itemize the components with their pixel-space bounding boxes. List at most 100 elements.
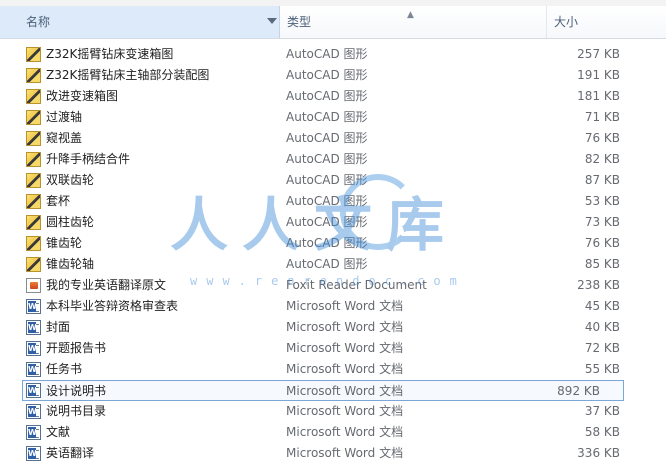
file-size: 71 KB (584, 110, 620, 124)
column-header-name[interactable]: 名称 (0, 6, 280, 38)
file-size: 55 KB (584, 362, 620, 376)
sort-dropdown-icon[interactable] (267, 18, 277, 24)
column-header-size-label: 大小 (554, 15, 579, 29)
autocad-file-icon (26, 194, 41, 209)
file-row[interactable]: 说明书目录 Microsoft Word 文档 37 KB (0, 401, 666, 422)
autocad-file-icon (26, 257, 41, 272)
file-name: 设计说明书 (46, 384, 107, 398)
file-size: 73 KB (584, 215, 620, 229)
file-row[interactable]: 锥齿轮 AutoCAD 图形 76 KB (0, 233, 666, 254)
sort-ascending-icon: ▲ (407, 10, 414, 20)
file-size: 82 KB (584, 152, 620, 166)
word-file-icon (26, 362, 41, 377)
file-row[interactable]: 任务书 Microsoft Word 文档 55 KB (0, 359, 666, 380)
file-type: AutoCAD 图形 (286, 173, 368, 187)
file-row[interactable]: 开题报告书 Microsoft Word 文档 72 KB (0, 338, 666, 359)
file-type: AutoCAD 图形 (286, 257, 368, 271)
file-size: 181 KB (577, 89, 620, 103)
file-size: 87 KB (584, 173, 620, 187)
autocad-file-icon (26, 68, 41, 83)
file-type: Foxit Reader Document (286, 278, 427, 292)
file-name: 升降手柄结合件 (46, 152, 131, 166)
file-type: AutoCAD 图形 (286, 152, 368, 166)
file-row[interactable]: 本科毕业答辩资格审查表 Microsoft Word 文档 45 KB (0, 296, 666, 317)
file-type: Microsoft Word 文档 (286, 320, 404, 334)
file-size: 53 KB (584, 194, 620, 208)
file-size: 336 KB (577, 446, 620, 460)
file-row[interactable]: 封面 Microsoft Word 文档 40 KB (0, 317, 666, 338)
file-type: AutoCAD 图形 (286, 236, 368, 250)
file-name: 文献 (46, 425, 71, 439)
file-name: 改进变速箱图 (46, 89, 119, 103)
file-name: 套杯 (46, 194, 71, 208)
file-row[interactable]: 过渡轴 AutoCAD 图形 71 KB (0, 107, 666, 128)
file-size: 238 KB (577, 278, 620, 292)
file-row[interactable]: 圆柱齿轮 AutoCAD 图形 73 KB (0, 212, 666, 233)
file-row[interactable]: 锥齿轮轴 AutoCAD 图形 85 KB (0, 254, 666, 275)
file-type: AutoCAD 图形 (286, 194, 368, 208)
file-name: Z32K摇臂钻床主轴部分装配图 (46, 68, 210, 82)
column-header: 名称 类型 ▲ 大小 (0, 6, 666, 39)
file-name: Z32K摇臂钻床变速箱图 (46, 47, 174, 61)
autocad-file-icon (26, 47, 41, 62)
file-type: Microsoft Word 文档 (286, 341, 404, 355)
word-file-icon (26, 425, 41, 440)
file-size: 76 KB (584, 236, 620, 250)
file-name: 开题报告书 (46, 341, 107, 355)
file-row[interactable]: 英语翻译 Microsoft Word 文档 336 KB (0, 443, 666, 464)
file-size: 40 KB (584, 320, 620, 334)
file-name: 说明书目录 (46, 404, 107, 418)
pdf-file-icon (26, 278, 41, 293)
file-type: AutoCAD 图形 (286, 110, 368, 124)
column-header-type[interactable]: 类型 (281, 6, 547, 38)
file-name: 英语翻译 (46, 446, 95, 460)
word-file-icon (26, 404, 41, 419)
file-name: 锥齿轮轴 (46, 257, 95, 271)
file-type: AutoCAD 图形 (286, 89, 368, 103)
file-list: Z32K摇臂钻床变速箱图 AutoCAD 图形 257 KB Z32K摇臂钻床主轴部分… (0, 44, 666, 464)
autocad-file-icon (26, 236, 41, 251)
file-name: 锥齿轮 (46, 236, 83, 250)
file-type: Microsoft Word 文档 (286, 299, 404, 313)
file-row[interactable]: 双联齿轮 AutoCAD 图形 87 KB (0, 170, 666, 191)
file-type: Microsoft Word 文档 (286, 425, 404, 439)
file-row[interactable]: 升降手柄结合件 AutoCAD 图形 82 KB (0, 149, 666, 170)
file-row[interactable]: 改进变速箱图 AutoCAD 图形 181 KB (0, 86, 666, 107)
file-size: 892 KB (557, 384, 600, 398)
file-row[interactable]: 套杯 AutoCAD 图形 53 KB (0, 191, 666, 212)
file-type: Microsoft Word 文档 (286, 446, 404, 460)
file-row[interactable]: Z32K摇臂钻床变速箱图 AutoCAD 图形 257 KB (0, 44, 666, 65)
file-name: 窥视盖 (46, 131, 83, 145)
file-size: 76 KB (584, 131, 620, 145)
file-size: 37 KB (584, 404, 620, 418)
file-type: AutoCAD 图形 (286, 131, 368, 145)
file-size: 85 KB (584, 257, 620, 271)
file-size: 257 KB (577, 47, 620, 61)
file-type: Microsoft Word 文档 (286, 384, 404, 398)
column-header-type-label: 类型 (287, 15, 312, 29)
file-name: 我的专业英语翻译原文 (46, 278, 167, 292)
autocad-file-icon (26, 173, 41, 188)
column-header-name-label: 名称 (26, 15, 51, 29)
word-file-icon (26, 299, 41, 314)
autocad-file-icon (26, 89, 41, 104)
file-size: 45 KB (584, 299, 620, 313)
autocad-file-icon (26, 110, 41, 125)
file-size: 72 KB (584, 341, 620, 355)
autocad-file-icon (26, 131, 41, 146)
column-header-size[interactable]: 大小 (548, 6, 666, 38)
file-row[interactable]: 设计说明书 Microsoft Word 文档 892 KB (22, 380, 624, 401)
file-row[interactable]: Z32K摇臂钻床主轴部分装配图 AutoCAD 图形 191 KB (0, 65, 666, 86)
file-type: Microsoft Word 文档 (286, 404, 404, 418)
file-type: AutoCAD 图形 (286, 215, 368, 229)
file-name: 圆柱齿轮 (46, 215, 95, 229)
file-row[interactable]: 我的专业英语翻译原文 Foxit Reader Document 238 KB (0, 275, 666, 296)
autocad-file-icon (26, 215, 41, 230)
word-file-icon (26, 320, 41, 335)
file-row[interactable]: 文献 Microsoft Word 文档 58 KB (0, 422, 666, 443)
file-name: 过渡轴 (46, 110, 83, 124)
word-file-icon (26, 383, 41, 398)
file-row[interactable]: 窥视盖 AutoCAD 图形 76 KB (0, 128, 666, 149)
file-name: 封面 (46, 320, 71, 334)
word-file-icon (26, 341, 41, 356)
